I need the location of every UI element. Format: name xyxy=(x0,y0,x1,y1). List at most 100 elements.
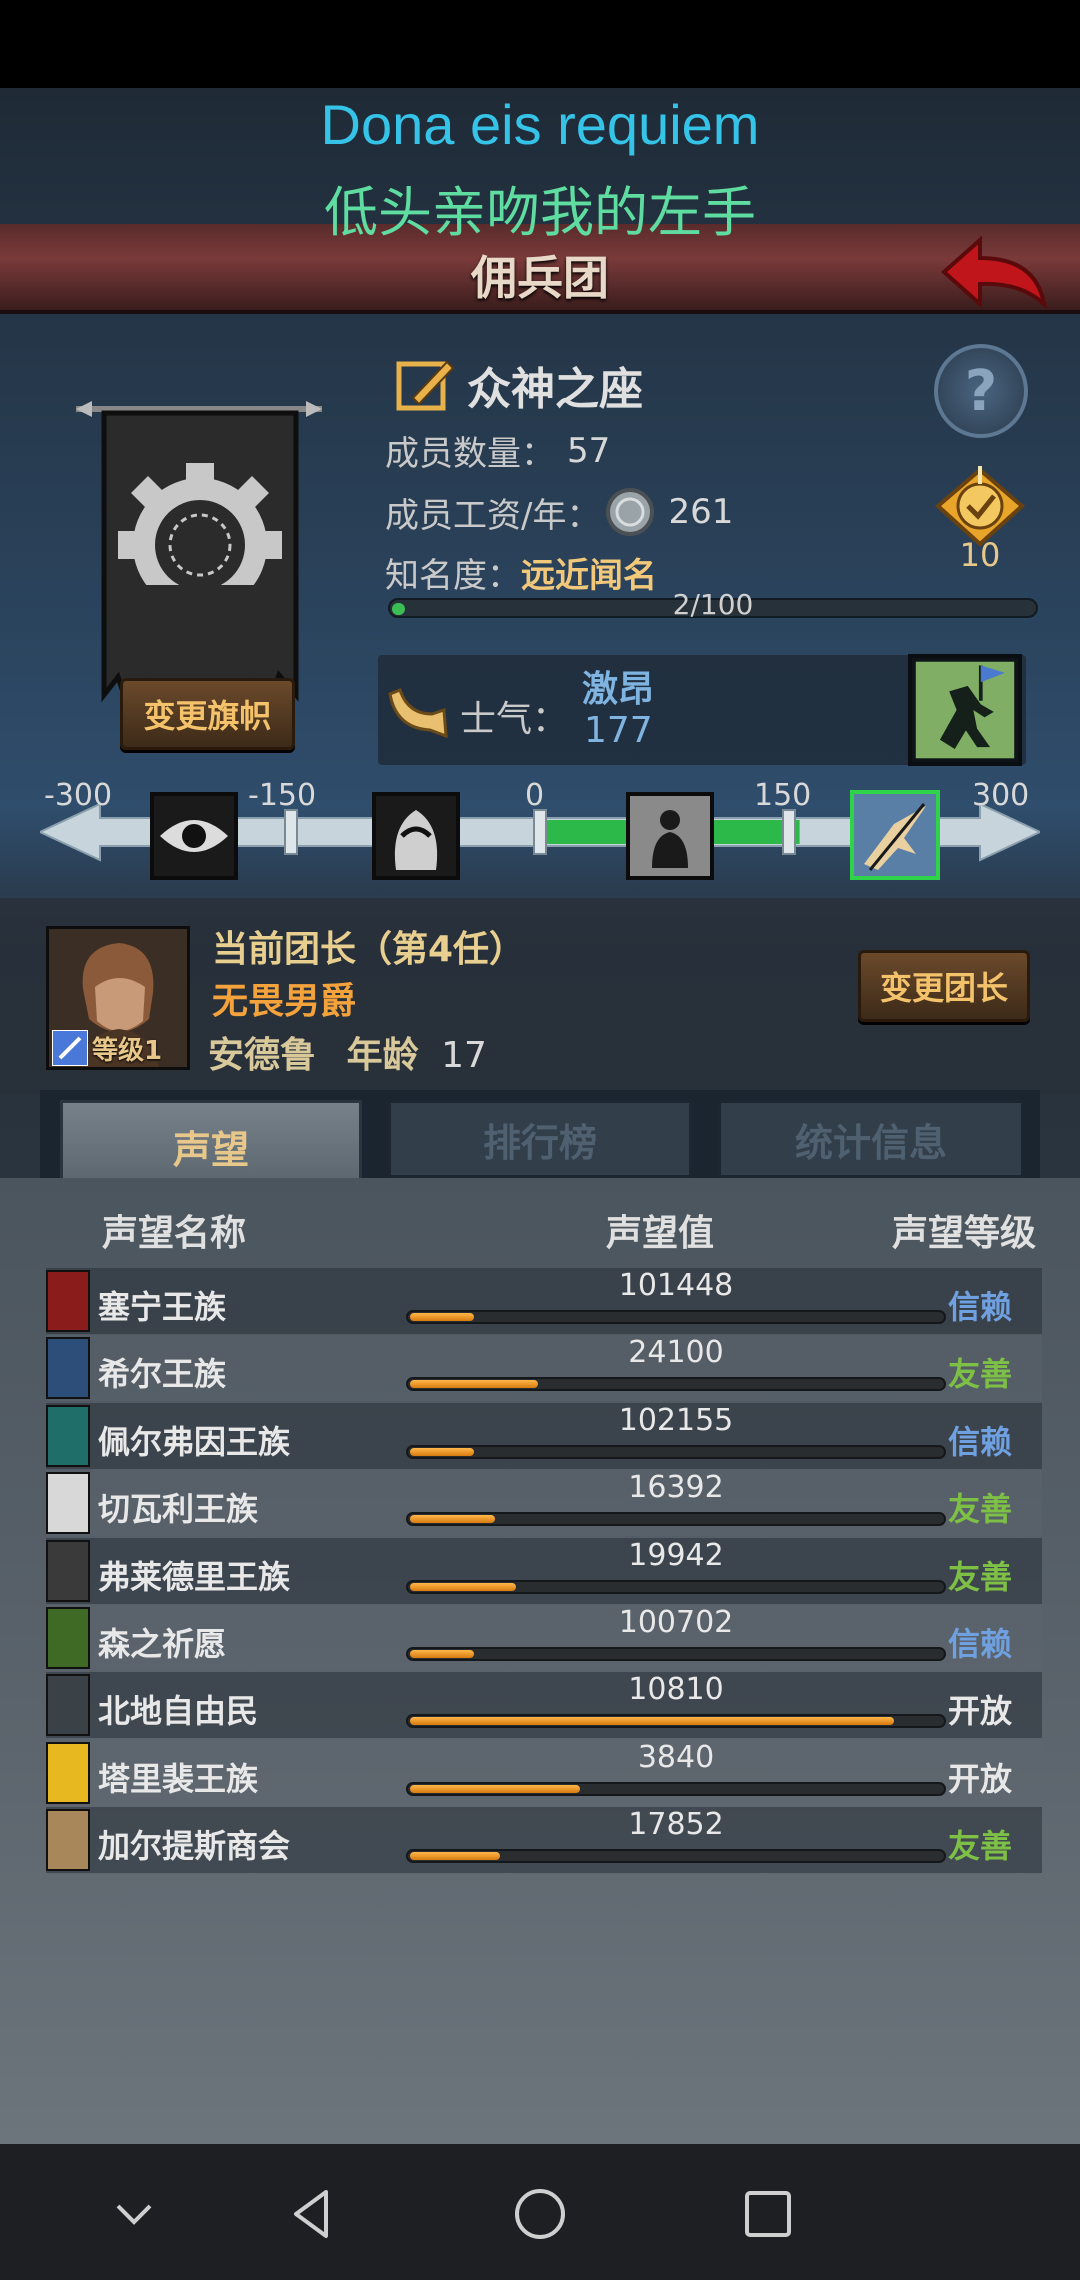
commander-level: 等级1 xyxy=(92,1036,163,1066)
members-value: 57 xyxy=(567,430,611,471)
reputation-bar-fill xyxy=(410,1784,581,1793)
charge-icon[interactable] xyxy=(850,790,940,880)
header-name: 声望名称 xyxy=(102,1213,247,1254)
help-icon[interactable]: ? xyxy=(934,344,1028,438)
status-bar xyxy=(0,0,1080,88)
despair-icon[interactable] xyxy=(372,792,460,880)
tab-ranking[interactable]: 排行榜 xyxy=(388,1100,692,1178)
overlay-line-2: 低头亲吻我的左手 xyxy=(324,181,756,244)
reputation-bar-fill xyxy=(410,1852,501,1861)
list-item[interactable]: 森之祈愿 100702 信赖 xyxy=(46,1605,1042,1671)
reputation-bar xyxy=(406,1444,946,1459)
reputation-level: 开放 xyxy=(947,1759,1012,1798)
quill-icon[interactable] xyxy=(395,354,457,416)
reputation-bar-fill xyxy=(410,1515,496,1524)
gear-icon xyxy=(110,463,290,625)
commander-name: 无畏男爵 xyxy=(212,981,357,1022)
faction-emblem-icon xyxy=(46,1404,90,1467)
list-item[interactable]: 加尔提斯商会 17852 友善 xyxy=(46,1807,1042,1874)
faction-emblem-icon xyxy=(46,1607,90,1669)
tab-statistics[interactable]: 统计信息 xyxy=(718,1100,1024,1178)
reputation-level: 友善 xyxy=(947,1490,1012,1529)
reputation-value: 16392 xyxy=(628,1470,724,1506)
list-item[interactable]: 塞宁王族 101448 信赖 xyxy=(46,1268,1042,1334)
reputation-bar xyxy=(406,1310,946,1324)
reputation-bar xyxy=(406,1714,946,1729)
reputation-level: 开放 xyxy=(947,1692,1012,1731)
reputation-value: 19942 xyxy=(628,1537,724,1573)
list-item[interactable]: 北地自由民 10810 开放 xyxy=(46,1672,1042,1739)
achievement-count: 10 xyxy=(959,536,1001,574)
faction-emblem-icon xyxy=(46,1674,90,1737)
page-title: 佣兵团 xyxy=(471,251,609,305)
faction-name: 加尔提斯商会 xyxy=(98,1827,291,1866)
list-item[interactable]: 佩尔弗因王族 102155 信赖 xyxy=(46,1402,1042,1469)
faction-emblem-icon xyxy=(46,1472,90,1535)
reputation-value: 100702 xyxy=(618,1605,734,1640)
age-label: 年龄 xyxy=(346,1035,419,1076)
eye-icon[interactable] xyxy=(150,792,238,880)
scale-label-zero: 0 xyxy=(525,778,545,813)
reputation-bar xyxy=(406,1647,946,1661)
members-line: 成员数量： 57 xyxy=(385,426,610,475)
reputation-bar xyxy=(406,1512,946,1527)
nav-home-icon[interactable] xyxy=(510,2184,570,2244)
faction-emblem-icon xyxy=(46,1809,90,1872)
faction-name: 北地自由民 xyxy=(98,1692,259,1731)
reputation-level: 友善 xyxy=(947,1355,1012,1394)
list-item[interactable]: 弗莱德里王族 19942 友善 xyxy=(46,1537,1042,1604)
silver-coin-icon xyxy=(606,488,655,536)
calm-icon[interactable] xyxy=(626,792,714,880)
scale-label-max: 300 xyxy=(972,778,1030,813)
wage-label: 成员工资/年： xyxy=(385,495,601,536)
faction-name: 切瓦利王族 xyxy=(98,1490,259,1529)
members-label: 成员数量： xyxy=(385,434,555,474)
reputation-bar-fill xyxy=(410,1650,474,1658)
faction-name: 弗莱德里王族 xyxy=(98,1557,291,1596)
change-flag-button[interactable]: 变更旗帜 xyxy=(120,678,295,750)
commander-info: 安德鲁 年龄 17 xyxy=(208,1026,487,1078)
wage-line: 成员工资/年： 261 xyxy=(385,486,733,538)
reputation-level: 友善 xyxy=(947,1557,1012,1596)
commander-title: 当前团长（第4任） xyxy=(212,929,526,970)
reputation-bar xyxy=(406,1781,946,1796)
system-nav-bar xyxy=(0,2144,1080,2280)
overlay-line-1: Dona eis requiem xyxy=(320,93,760,156)
change-commander-button[interactable]: 变更团长 xyxy=(858,950,1030,1022)
reputation-level: 信赖 xyxy=(947,1625,1012,1663)
morale-flag-icon[interactable] xyxy=(908,654,1022,766)
faction-name: 森之祈愿 xyxy=(98,1625,227,1663)
faction-emblem-icon xyxy=(46,1270,90,1332)
tab-reputation[interactable]: 声望 xyxy=(60,1100,362,1190)
nav-hide-icon[interactable] xyxy=(104,2184,164,2244)
reputation-level: 友善 xyxy=(947,1827,1012,1866)
list-item[interactable]: 塔里裴王族 3840 开放 xyxy=(46,1739,1042,1806)
reputation-bar-fill xyxy=(410,1447,474,1456)
list-item[interactable]: 希尔王族 24100 友善 xyxy=(46,1335,1042,1402)
faction-emblem-icon xyxy=(46,1539,90,1602)
reputation-value: 102155 xyxy=(618,1402,734,1438)
nav-recent-icon[interactable] xyxy=(738,2184,798,2244)
reputation-bar xyxy=(406,1377,946,1392)
morale-label: 士气： xyxy=(460,699,569,740)
reputation-bar xyxy=(406,1579,946,1594)
scale-label-min: -300 xyxy=(44,778,113,813)
reputation-value: 17852 xyxy=(628,1807,724,1843)
fame-progress-text: 2/100 xyxy=(672,588,754,621)
scale-label-neg150: -150 xyxy=(248,778,317,813)
reputation-value: 3840 xyxy=(637,1739,715,1775)
reputation-level: 信赖 xyxy=(947,1422,1012,1461)
morale-state: 激昂 xyxy=(582,669,655,710)
faction-name: 希尔王族 xyxy=(98,1355,227,1394)
wage-value: 261 xyxy=(668,492,734,532)
faction-name: 塔里裴王族 xyxy=(98,1759,259,1798)
back-arrow-icon[interactable] xyxy=(940,232,1050,312)
reputation-bar-fill xyxy=(410,1380,538,1389)
reputation-bar xyxy=(406,1849,946,1864)
faction-emblem-icon xyxy=(46,1741,90,1804)
faction-emblem-icon xyxy=(46,1337,90,1400)
nav-back-icon[interactable] xyxy=(282,2184,342,2244)
fame-progress-bar: 2/100 xyxy=(388,588,1038,621)
list-item[interactable]: 切瓦利王族 16392 友善 xyxy=(46,1470,1042,1537)
reputation-value: 24100 xyxy=(628,1335,724,1371)
